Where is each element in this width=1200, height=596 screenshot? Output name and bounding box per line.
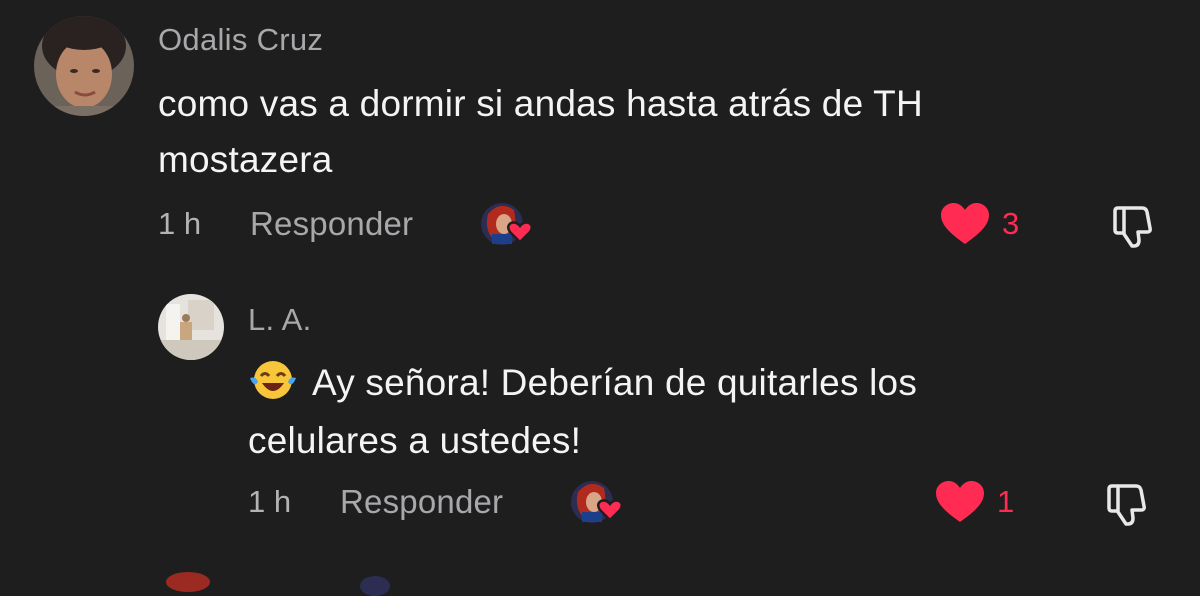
dislike-button[interactable] (1110, 204, 1156, 255)
like-count: 3 (1002, 206, 1020, 241)
reply-button[interactable]: Responder (340, 483, 503, 521)
next-comment-avatar-peek (360, 576, 390, 596)
comment-timestamp: 1 h (248, 484, 292, 519)
laughing-tears-emoji-icon (248, 358, 298, 418)
reply-comment-item: L. A. Ay señora! Deberían de quitarles l… (0, 270, 1200, 550)
comment-text-line-2: celulares a ustedes! (248, 420, 582, 461)
comment-text-line-2: mostazera (158, 139, 333, 180)
comment-text-content: Ay señora! Deberían de quitarles los (312, 362, 918, 403)
comment-username[interactable]: L. A. (248, 302, 312, 338)
reply-button[interactable]: Responder (250, 205, 413, 243)
comment-item: Odalis Cruz como vas a dormir si andas h… (0, 0, 1200, 270)
like-button[interactable]: 1 (935, 480, 1014, 524)
heart-icon (941, 203, 989, 244)
like-button[interactable]: 3 (940, 202, 1019, 246)
avatar[interactable] (158, 294, 224, 360)
comment-timestamp: 1 h (158, 206, 202, 241)
dislike-icon (1107, 484, 1146, 526)
next-comment-avatar-peek (166, 572, 210, 592)
dislike-button[interactable] (1104, 482, 1150, 533)
heart-icon (936, 481, 984, 522)
like-count: 1 (997, 484, 1015, 519)
avatar[interactable] (34, 16, 134, 116)
creator-liked-badge (480, 200, 536, 248)
comment-text-line-1: Ay señora! Deberían de quitarles los (248, 354, 917, 418)
comment-username[interactable]: Odalis Cruz (158, 22, 323, 58)
dislike-icon (1113, 206, 1152, 248)
comment-text-line-1: como vas a dormir si andas hasta atrás d… (158, 83, 923, 124)
creator-liked-badge (570, 478, 626, 526)
